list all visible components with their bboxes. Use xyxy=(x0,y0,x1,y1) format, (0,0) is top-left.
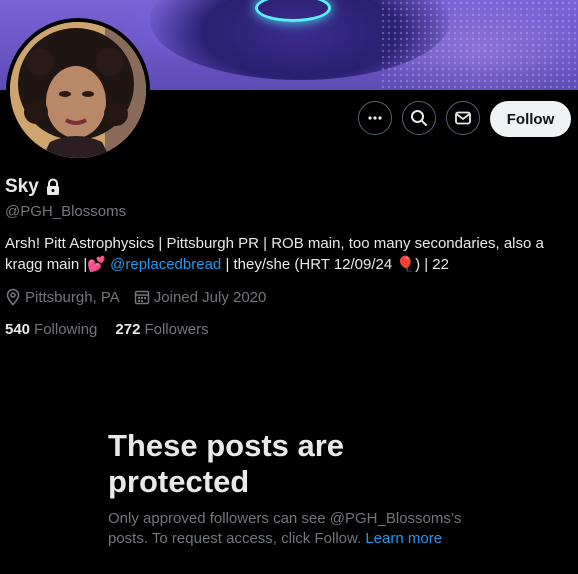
lock-icon xyxy=(46,178,59,195)
message-icon xyxy=(455,111,471,125)
profile-actions: Follow xyxy=(0,101,578,137)
profile-meta: Pittsburgh, PA Joined July 2020 xyxy=(5,288,280,306)
bio-text-after: | they/she (HRT 12/09/24 xyxy=(225,256,393,273)
protected-message: Only approved followers can see @PGH_Blo… xyxy=(108,509,478,549)
follow-button[interactable]: Follow xyxy=(490,101,571,137)
location-text: Pittsburgh, PA xyxy=(25,288,120,306)
profile-name-text: Sky xyxy=(5,176,39,197)
avatar[interactable] xyxy=(6,18,150,162)
bio-tail: ) | 22 xyxy=(415,256,449,273)
profile-counts: 540 Following 272 Followers xyxy=(5,321,227,338)
profile-handle: @PGH_Blossoms xyxy=(5,203,127,220)
avatar-image xyxy=(10,22,146,158)
hearts-emoji: 💕 xyxy=(87,256,106,273)
search-icon xyxy=(411,110,427,126)
following-label: Following xyxy=(34,321,98,338)
search-button[interactable] xyxy=(402,101,436,135)
profile-name: Sky xyxy=(5,176,61,198)
followers-count: 272 xyxy=(115,321,141,338)
joined-item: Joined July 2020 xyxy=(134,288,267,306)
message-button[interactable] xyxy=(446,101,480,135)
learn-more-link[interactable]: Learn more xyxy=(365,530,442,547)
location-item: Pittsburgh, PA xyxy=(5,288,120,306)
banner-texture xyxy=(380,0,578,90)
joined-text: Joined July 2020 xyxy=(153,288,267,306)
balloon-emoji: 🎈 xyxy=(396,256,416,273)
following-count: 540 xyxy=(5,321,31,338)
location-icon xyxy=(6,288,20,306)
more-button[interactable] xyxy=(358,101,392,135)
profile-bio: Arsh! Pitt Astrophysics | Pittsburgh PR … xyxy=(5,233,565,275)
bio-mention-link[interactable]: @replacedbread xyxy=(110,256,221,273)
followers-link[interactable]: 272 Followers xyxy=(115,321,208,338)
protected-title: These posts are protected xyxy=(108,428,345,499)
followers-label: Followers xyxy=(144,321,209,338)
more-icon xyxy=(368,116,382,120)
following-link[interactable]: 540 Following xyxy=(5,321,97,338)
calendar-icon xyxy=(134,290,150,305)
